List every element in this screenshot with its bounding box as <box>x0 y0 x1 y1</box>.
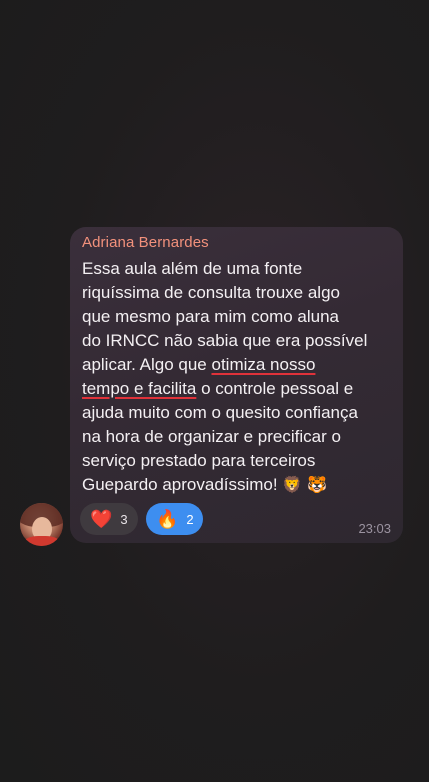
message-line: ajuda muito com o quesito confiança <box>82 403 358 422</box>
message-text: Essa aula além de uma fonte riquíssima d… <box>82 257 400 497</box>
message-line: tempo e facilita o controle pessoal e <box>82 379 354 398</box>
message-line: aplicar. Algo que otimiza nosso <box>82 355 316 374</box>
heart-icon: ❤️ <box>90 508 113 530</box>
underlined-text: otimiza nosso <box>211 355 316 374</box>
message-bubble[interactable]: Adriana Bernardes Essa aula além de uma … <box>70 227 403 543</box>
reaction-count: 3 <box>120 511 128 527</box>
sender-avatar[interactable] <box>20 503 63 546</box>
reaction-fire[interactable]: 🔥 2 <box>146 503 203 535</box>
lion-tiger-emoji: 🦁 🐯 <box>282 475 328 494</box>
message-line: serviço prestado para terceiros <box>82 451 316 470</box>
message-timestamp: 23:03 <box>358 521 391 536</box>
sender-name[interactable]: Adriana Bernardes <box>82 234 209 251</box>
message-line: do IRNCC não sabia que era possível <box>82 331 368 350</box>
message-line: que mesmo para mim como aluna <box>82 307 340 326</box>
message-line: na hora de organizar e precificar o <box>82 427 341 446</box>
reactions-bar: ❤️ 3 🔥 2 <box>80 503 203 535</box>
reaction-heart[interactable]: ❤️ 3 <box>80 503 138 535</box>
reaction-count: 2 <box>186 511 194 527</box>
message-line: riquíssima de consulta trouxe algo <box>82 283 340 302</box>
underlined-text: tempo e facilita <box>82 379 197 398</box>
fire-icon: 🔥 <box>156 508 179 530</box>
message-line: Essa aula além de uma fonte <box>82 259 303 278</box>
message-line: Guepardo aprovadíssimo! 🦁 🐯 <box>82 475 328 494</box>
